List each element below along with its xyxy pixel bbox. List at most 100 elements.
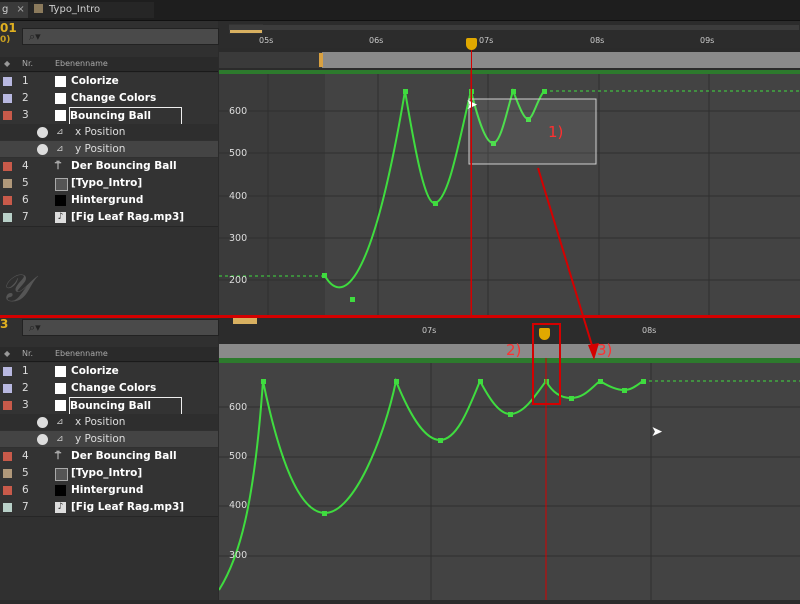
layer-number: 4 xyxy=(22,450,29,462)
layer-number: 7 xyxy=(22,501,29,513)
layer-type-icon xyxy=(55,195,66,206)
search-input[interactable]: ⌕▾ xyxy=(22,28,219,45)
layer-row[interactable]: 4 ⍑ Der Bouncing Ball xyxy=(0,158,218,176)
watermark-logo: 𝒴 xyxy=(0,266,30,310)
col-nr: Nr. xyxy=(22,59,34,68)
mouse-cursor-icon: ➤ xyxy=(651,424,663,440)
y-axis-label: 400 xyxy=(229,191,248,202)
ruler-tick: 08s xyxy=(642,326,657,335)
y-axis-label: 500 xyxy=(229,451,248,462)
layer-name: Change Colors xyxy=(71,92,157,104)
work-area-bar[interactable] xyxy=(219,52,800,68)
layer-row[interactable]: 4 ⍑ Der Bouncing Ball xyxy=(0,448,218,466)
label-color-swatch[interactable] xyxy=(3,367,12,376)
column-header-bottom: ◆ Nr. Ebenenname xyxy=(0,347,218,362)
y-axis-label: 300 xyxy=(229,550,248,561)
label-icon: ◆ xyxy=(4,59,11,68)
layer-type-icon xyxy=(55,366,66,377)
ruler-tick: 09s xyxy=(700,36,715,45)
label-color-swatch[interactable] xyxy=(3,452,12,461)
timecode-bottom[interactable]: 3 xyxy=(0,317,8,331)
layer-name: Colorize xyxy=(71,365,119,377)
label-color-swatch[interactable] xyxy=(3,401,12,410)
layer-name: Bouncing Ball xyxy=(69,397,182,415)
layer-number: 1 xyxy=(22,75,29,87)
layer-row[interactable]: 7 ♪ [Fig Leaf Rag.mp3] xyxy=(0,499,218,517)
close-icon[interactable]: × xyxy=(16,4,24,15)
timecode-top[interactable]: 01 xyxy=(0,21,17,35)
layer-row[interactable]: 7 ♪ [Fig Leaf Rag.mp3] xyxy=(0,209,218,227)
layer-number: 2 xyxy=(22,92,29,104)
column-header: ◆ Nr. Ebenenname xyxy=(0,57,218,72)
label-color-swatch[interactable] xyxy=(3,111,12,120)
layer-name: [Typo_Intro] xyxy=(71,177,143,189)
work-area-start[interactable] xyxy=(233,318,257,324)
property-name: y Position xyxy=(75,433,126,445)
layer-number: 3 xyxy=(22,399,29,411)
layer-row[interactable]: 1 Colorize xyxy=(0,363,218,381)
layer-type-icon xyxy=(55,76,66,87)
label-color-swatch[interactable] xyxy=(3,213,12,222)
layer-number: 6 xyxy=(22,484,29,496)
graph-icon[interactable]: ⊿ xyxy=(56,141,64,157)
layer-type-icon xyxy=(55,468,68,481)
graph-icon[interactable]: ⊿ xyxy=(56,414,64,430)
stopwatch-icon[interactable] xyxy=(37,144,48,155)
label-color-swatch[interactable] xyxy=(3,179,12,188)
label-color-swatch[interactable] xyxy=(3,503,12,512)
stopwatch-icon[interactable] xyxy=(37,434,48,445)
layer-name: Colorize xyxy=(71,75,119,87)
y-axis-label: 600 xyxy=(229,106,248,117)
layer-type-icon xyxy=(55,93,66,104)
property-row[interactable]: ⊿ x Position xyxy=(0,414,218,430)
layer-row[interactable]: 5 [Typo_Intro] xyxy=(0,465,218,483)
tab-typo-intro[interactable]: Typo_Intro xyxy=(28,2,154,18)
label-color-swatch[interactable] xyxy=(3,469,12,478)
property-row[interactable]: ⊿ y Position xyxy=(0,431,218,447)
stopwatch-icon[interactable] xyxy=(37,417,48,428)
label-color-swatch[interactable] xyxy=(3,486,12,495)
search-input-bottom[interactable]: ⌕▾ xyxy=(22,319,219,336)
layer-type-icon xyxy=(55,383,66,394)
layer-row[interactable]: 2 Change Colors xyxy=(0,380,218,398)
in-point-marker[interactable] xyxy=(319,53,323,67)
property-row[interactable]: ⊿ x Position xyxy=(0,124,218,140)
playhead-bottom[interactable] xyxy=(539,328,550,340)
annotation-3: 3) xyxy=(597,341,613,359)
label-color-swatch[interactable] xyxy=(3,77,12,86)
layer-row[interactable]: 6 Hintergrund xyxy=(0,482,218,500)
layer-name: Der Bouncing Ball xyxy=(71,160,177,172)
layer-number: 7 xyxy=(22,211,29,223)
graph-editor-top[interactable]: 600 500 400 300 200 1) ➤ xyxy=(219,70,800,315)
layer-name: Hintergrund xyxy=(71,194,144,206)
layer-number: 6 xyxy=(22,194,29,206)
time-ruler-top[interactable]: 05s 06s 07s 08s 09s xyxy=(219,21,800,48)
property-row[interactable]: ⊿ y Position xyxy=(0,141,218,157)
layer-row[interactable]: 3 Bouncing Ball xyxy=(0,397,218,415)
col-nr: Nr. xyxy=(22,349,34,358)
graph-icon[interactable]: ⊿ xyxy=(56,431,64,447)
property-name: y Position xyxy=(75,143,126,155)
tab-active[interactable]: g × xyxy=(0,2,28,18)
layer-number: 4 xyxy=(22,160,29,172)
stopwatch-icon[interactable] xyxy=(37,127,48,138)
layer-type-icon xyxy=(55,178,68,191)
layer-row[interactable]: 6 Hintergrund xyxy=(0,192,218,210)
property-name: x Position xyxy=(75,126,126,138)
layer-row[interactable]: 5 [Typo_Intro] xyxy=(0,175,218,193)
label-color-swatch[interactable] xyxy=(3,162,12,171)
layer-row[interactable]: 3 Bouncing Ball xyxy=(0,107,218,125)
layer-type-icon xyxy=(55,485,66,496)
layer-row[interactable]: 1 Colorize xyxy=(0,73,218,91)
label-color-swatch[interactable] xyxy=(3,384,12,393)
graph-editor-bottom[interactable]: 600 500 400 300 ➤ xyxy=(218,358,800,600)
annotation-2: 2) xyxy=(506,341,522,359)
playhead-top[interactable] xyxy=(466,38,477,50)
y-axis-label: 400 xyxy=(229,500,248,511)
label-color-swatch[interactable] xyxy=(3,94,12,103)
label-icon: ◆ xyxy=(4,349,11,358)
label-color-swatch[interactable] xyxy=(3,196,12,205)
graph-icon[interactable]: ⊿ xyxy=(56,124,64,140)
ruler-tick: 07s xyxy=(422,326,437,335)
layer-row[interactable]: 2 Change Colors xyxy=(0,90,218,108)
